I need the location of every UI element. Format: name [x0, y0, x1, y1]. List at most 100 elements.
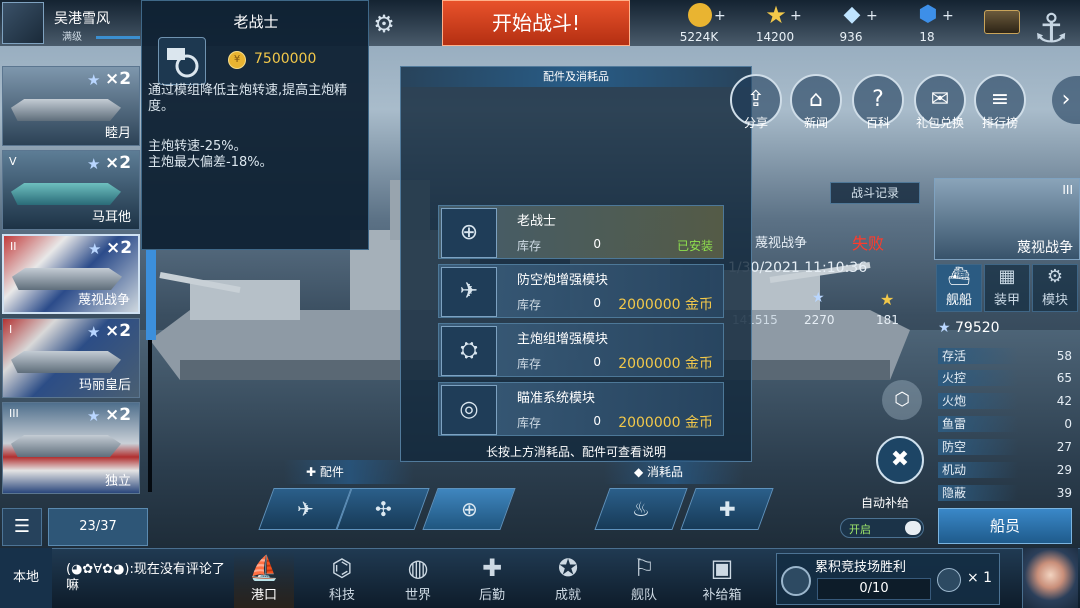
power-value: 79520 — [955, 320, 1000, 336]
shield-icon[interactable]: ⬡ — [882, 380, 922, 420]
part-name: 老战士 — [517, 214, 557, 229]
repair-tools-icon[interactable]: ✖ — [876, 436, 924, 484]
main-gun-icon: ⛭ — [441, 326, 497, 376]
star-icon: ★ — [938, 320, 956, 336]
stat-label: 隐蔽 — [938, 485, 1018, 501]
chat-channel-local[interactable]: 本地 — [0, 548, 52, 608]
star-icon: ★ — [88, 240, 102, 258]
stat-label: 机动 — [938, 462, 1018, 478]
treasure-chest-icon[interactable] — [984, 10, 1020, 34]
ship-thumbnail — [11, 435, 121, 457]
part-item-aa-module[interactable]: ✈ 防空炮增强模块 库存 0 2000000 金币 — [438, 264, 724, 318]
nav-port[interactable]: ⛵ 港口 — [234, 552, 294, 608]
consumables-label: 消耗品 — [647, 465, 684, 479]
nav-tech[interactable]: ⌬ 科技 — [312, 552, 372, 608]
nav-supply-box[interactable]: ▣ 补给箱 — [692, 552, 752, 608]
tab-module[interactable]: ⚙ 模块 — [1032, 264, 1078, 312]
fleet-ship-card[interactable]: ★ ×2 睦月 — [2, 66, 140, 146]
nav-fleet[interactable]: ⚐ 舰队 — [614, 552, 674, 608]
nav-achievements[interactable]: ✪ 成就 — [538, 552, 598, 608]
fleet-ship-card-selected[interactable]: II ★ ×2 蔑视战争 — [2, 234, 140, 314]
tab-ship[interactable]: ⛴ 舰船 — [936, 264, 982, 312]
nav-label: 排行榜 — [981, 116, 1018, 130]
part-price: 2000000 金币 — [618, 415, 713, 431]
player-avatar[interactable] — [2, 2, 44, 44]
nav-label: 后勤 — [478, 588, 505, 603]
tab-label: 装甲 — [993, 293, 1020, 308]
item-tooltip: 老战士 ¥ 7500000 通过模组降低主炮转速,提高主炮精度。 主炮转速-25… — [141, 0, 369, 250]
part-name: 防空炮增强模块 — [517, 273, 609, 288]
fleet-ship-card[interactable]: III ★ ×2 独立 — [2, 402, 140, 494]
part-price: 2000000 金币 — [618, 356, 713, 372]
part-slot-3[interactable]: ⊕ — [422, 488, 516, 530]
star-icon: ★ — [812, 290, 825, 306]
selected-ship-name: 蔑视战争 — [1017, 240, 1073, 256]
player-name: 吴港雪风 — [54, 11, 110, 27]
tooltip-title: 老战士 — [233, 13, 279, 31]
part-item-main-gun-module[interactable]: ⛭ 主炮组增强模块 库存 0 2000000 金币 — [438, 323, 724, 377]
consumable-slot-1[interactable]: ♨ — [594, 488, 688, 530]
medal-icon: ✪ — [557, 554, 579, 582]
tab-armor[interactable]: ▦ 装甲 — [984, 264, 1030, 312]
installed-status: 已安装 — [676, 239, 713, 253]
arena-quest[interactable]: 累积竞技场胜利 0/10 × 1 — [776, 553, 1000, 605]
consumables-icon: ◆ — [634, 465, 648, 479]
anti-aircraft-icon: ✈ — [441, 267, 497, 317]
stat-label: 火控 — [938, 370, 1018, 386]
ship-thumbnail — [12, 268, 122, 290]
toggle-knob — [905, 521, 921, 535]
part-item-veteran[interactable]: ⊕ 老战士 库存 0 已安装 — [438, 205, 724, 259]
plus-icon: + — [942, 8, 954, 24]
ship-count: ×2 — [105, 405, 132, 425]
nav-label: 百科 — [865, 116, 890, 130]
nav-label: 世界 — [404, 588, 431, 603]
resource-gold[interactable]: + 5224K — [666, 2, 732, 44]
stat-label: 鱼雷 — [938, 416, 1018, 432]
resource-stars[interactable]: ★ + 14200 — [742, 2, 808, 44]
fleet-scrollbar[interactable] — [146, 250, 156, 340]
chat-message[interactable]: (◕✿∀✿◕):现在没有评论了嘛 — [66, 562, 226, 594]
ship-count: ×2 — [105, 321, 132, 341]
stat-label: 防空 — [938, 439, 1018, 455]
gold-coin-icon: ¥ — [228, 51, 246, 69]
stat-row: 隐蔽 39 — [938, 485, 1076, 503]
nav-label: 补给箱 — [702, 588, 742, 603]
reward-icon — [937, 568, 961, 592]
ship-icon: ⛴ — [947, 266, 971, 287]
anchor-icon[interactable]: ⚓ — [1026, 4, 1076, 54]
nav-world[interactable]: ◍ 世界 — [388, 552, 448, 608]
list-view-button[interactable]: ☰ — [2, 508, 42, 546]
port-icon: ⛵ — [249, 554, 279, 582]
stock-count: 0 — [593, 414, 601, 428]
gear-icon[interactable]: ⚙ — [370, 10, 398, 38]
fleet-page-indicator[interactable]: 23/37 — [48, 508, 148, 546]
stat-value: 29 — [1056, 463, 1072, 477]
fleet-ship-card[interactable]: I ★ ×2 玛丽皇后 — [2, 318, 140, 398]
stat-value: 39 — [1056, 486, 1072, 500]
ship-name: 玛丽皇后 — [78, 378, 131, 393]
resource-gem[interactable]: ⬢ + 18 — [894, 2, 960, 45]
stat-row: 火控 65 — [938, 370, 1076, 388]
consumable-slot-2[interactable]: ✚ — [680, 488, 774, 530]
start-battle-button[interactable]: 开始战斗! — [442, 0, 630, 46]
tab-label: 舰船 — [945, 293, 972, 308]
panel-hint: 长按上方消耗品、配件可查看说明 — [485, 445, 666, 459]
resource-value: 14200 — [755, 30, 795, 44]
auto-supply-toggle[interactable]: 开启 — [840, 518, 924, 538]
propeller-icon: ✣ — [374, 497, 392, 521]
part-item-aiming-module[interactable]: ◎ 瞄准系统模块 库存 0 2000000 金币 — [438, 382, 724, 436]
nav-logistics[interactable]: ✚ 后勤 — [462, 552, 522, 608]
part-slot-2[interactable]: ✣ — [336, 488, 430, 530]
crew-button[interactable]: 船员 — [938, 508, 1072, 544]
resource-diamond[interactable]: ◆ + 936 — [818, 2, 884, 45]
gold-star-icon: ★ — [765, 1, 787, 29]
parts-label: 配件 — [319, 465, 344, 479]
battle-record-button[interactable]: 战斗记录 — [830, 182, 920, 204]
stat-label: 火炮 — [938, 393, 1018, 409]
captain-avatar[interactable] — [1022, 548, 1078, 608]
fleet-ship-card[interactable]: V ★ ×2 马耳他 — [2, 150, 140, 230]
stat-label: 存活 — [938, 348, 1018, 364]
quest-title: 累积竞技场胜利 — [815, 560, 907, 575]
nav-label: 成就 — [554, 588, 581, 603]
module-icon: ⚙ — [1046, 266, 1064, 287]
